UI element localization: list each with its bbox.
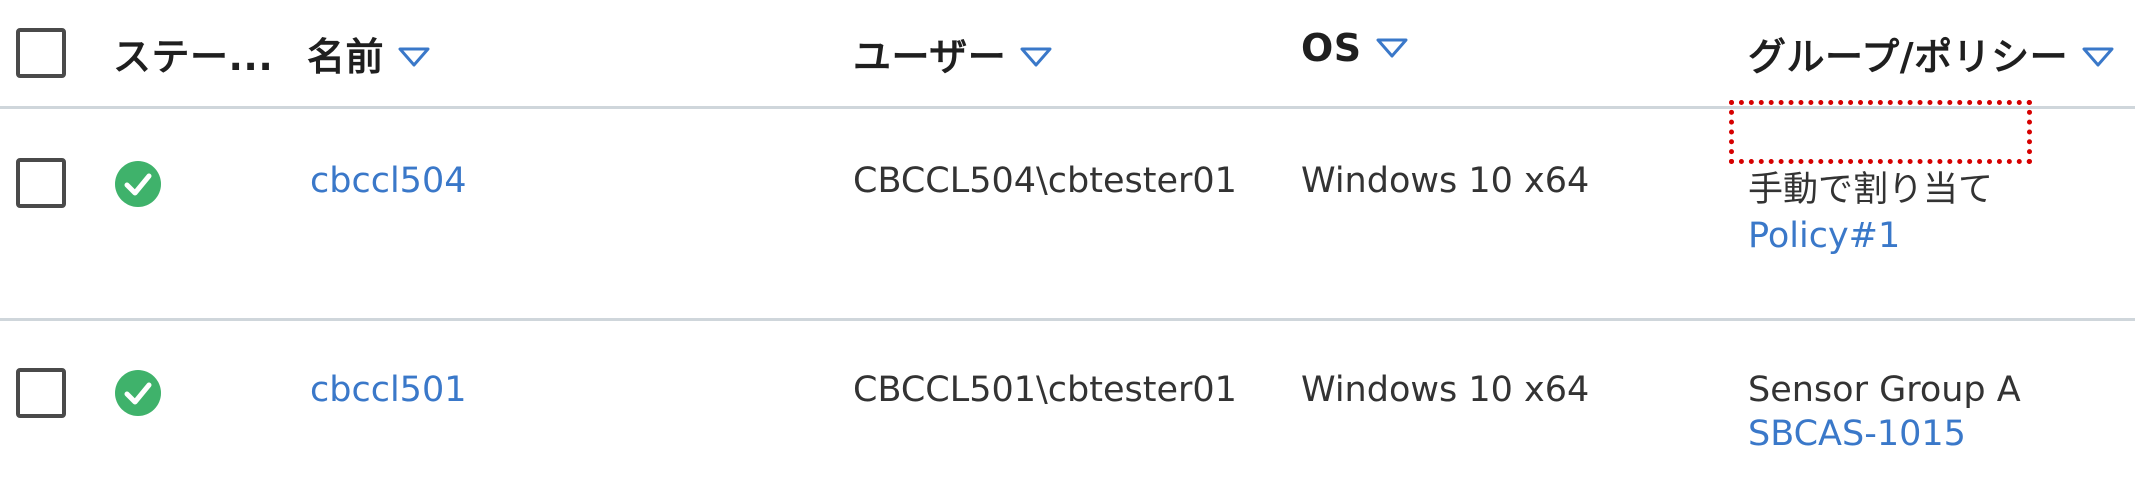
row-select-checkbox[interactable] [16,158,66,208]
policy-link[interactable]: Policy#1 [1748,216,1993,256]
os-cell: Windows 10 x64 [1301,370,1590,410]
group-label: 手動で割り当て [1748,170,1994,210]
table-header-row: ステー... 名前 ユーザー OS グループ/ポリシー [0,0,2135,107]
group-label: Sensor Group A [1748,370,2021,410]
select-all-checkbox[interactable] [16,28,66,78]
check-circle-icon [115,161,161,207]
column-header-user-label: ユーザー [853,35,1007,79]
device-table: ステー... 名前 ユーザー OS グループ/ポリシー cbccl504 CBC… [0,0,2135,485]
user-cell: CBCCL504\cbtester01 [853,161,1237,201]
table-row: cbccl501 CBCCL501\cbtester01 Windows 10 … [0,319,2135,485]
device-name-link[interactable]: cbccl504 [310,161,466,201]
os-cell: Windows 10 x64 [1301,161,1590,201]
sort-arrow-icon[interactable] [398,46,430,68]
sort-arrow-icon[interactable] [2082,46,2114,68]
column-header-name[interactable]: 名前 [307,26,430,81]
group-policy-cell: 手動で割り当て Policy#1 [1748,161,1993,256]
column-header-os-label: OS [1301,26,1362,70]
check-circle-icon [115,370,161,416]
column-header-group-policy-label: グループ/ポリシー [1748,35,2069,79]
column-header-group-policy[interactable]: グループ/ポリシー [1748,26,2114,81]
column-header-os[interactable]: OS [1301,26,1408,70]
sort-arrow-icon[interactable] [1020,46,1052,68]
group-policy-cell: Sensor Group A SBCAS-1015 [1748,370,2021,454]
column-header-status[interactable]: ステー... [113,26,273,81]
column-header-name-label: 名前 [307,35,385,79]
table-row: cbccl504 CBCCL504\cbtester01 Windows 10 … [0,107,2135,319]
user-cell: CBCCL501\cbtester01 [853,370,1237,410]
column-header-user[interactable]: ユーザー [853,26,1052,81]
sort-arrow-icon[interactable] [1376,37,1408,59]
device-name-link[interactable]: cbccl501 [310,370,466,410]
row-select-checkbox[interactable] [16,368,66,418]
policy-link[interactable]: SBCAS-1015 [1748,414,2021,454]
column-header-status-label: ステー... [113,35,274,79]
